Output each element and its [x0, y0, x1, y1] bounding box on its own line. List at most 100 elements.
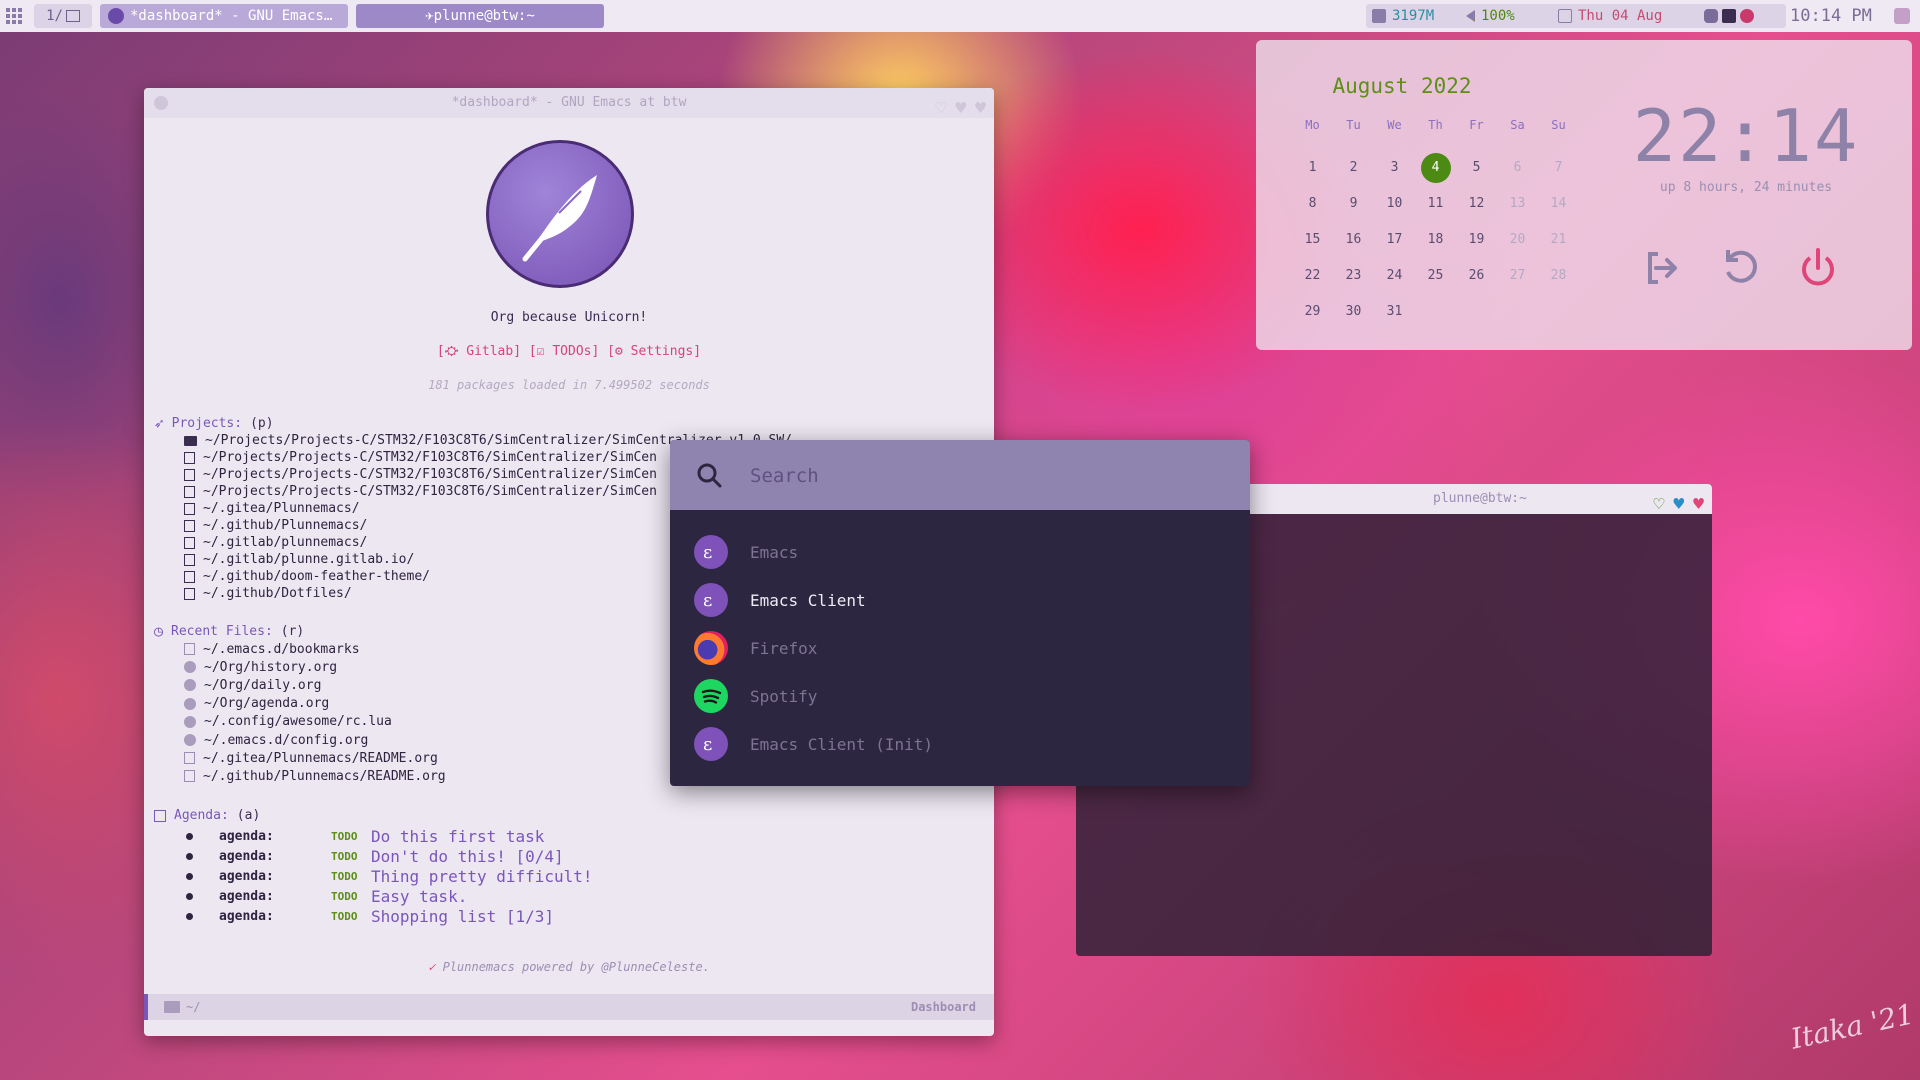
- calendar-day[interactable]: 11: [1415, 186, 1456, 222]
- calendar-day[interactable]: 22: [1292, 258, 1333, 294]
- calendar-day[interactable]: 15: [1292, 222, 1333, 258]
- recent-file-item[interactable]: ~/.github/Plunnemacs/README.org: [184, 767, 446, 785]
- maximize-heart-icon[interactable]: ♥: [1673, 490, 1684, 520]
- calendar-day[interactable]: 14: [1538, 186, 1579, 222]
- calendar-day[interactable]: 8: [1292, 186, 1333, 222]
- calendar-day[interactable]: 13: [1497, 186, 1538, 222]
- emacs-titlebar[interactable]: *dashboard* - GNU Emacs at btw ♡ ♥ ♥: [144, 88, 994, 119]
- network-icon[interactable]: [1722, 9, 1736, 23]
- recent-file-item[interactable]: ~/.emacs.d/bookmarks: [184, 640, 446, 658]
- minimize-heart-icon[interactable]: ♡: [935, 94, 946, 124]
- reboot-icon[interactable]: [1718, 246, 1762, 290]
- packages-loaded: 181 packages loaded in 7.499502 seconds: [428, 378, 710, 392]
- agenda-item[interactable]: agenda: TODO Shopping list [1/3]: [186, 906, 593, 926]
- calendar-day-number: 24: [1386, 268, 1403, 283]
- todos-link[interactable]: [☑ TODOs]: [529, 344, 599, 359]
- calendar-day[interactable]: 1: [1292, 150, 1333, 186]
- taskbar-emacs[interactable]: *dashboard* - GNU Emacs…: [100, 4, 348, 28]
- calendar-day[interactable]: 3: [1374, 150, 1415, 186]
- calendar-day[interactable]: 16: [1333, 222, 1374, 258]
- agenda-item[interactable]: agenda: TODO Do this first task: [186, 826, 593, 846]
- calendar-day[interactable]: 20: [1497, 222, 1538, 258]
- calendar-day[interactable]: 26: [1456, 258, 1497, 294]
- recent-file-item[interactable]: ~/.config/awesome/rc.lua: [184, 713, 446, 731]
- projects-heading[interactable]: ➶ Projects: (p): [154, 414, 274, 433]
- calendar-day[interactable]: 10: [1374, 186, 1415, 222]
- agenda-key: (a): [236, 808, 261, 823]
- recent-file-item[interactable]: ~/Org/history.org: [184, 658, 446, 676]
- recent-label: Recent Files:: [171, 623, 273, 639]
- todo-keyword: TODO: [331, 889, 358, 903]
- calendar-day[interactable]: 7: [1538, 150, 1579, 186]
- calendar-day[interactable]: 18: [1415, 222, 1456, 258]
- calendar-day-today[interactable]: 4: [1415, 150, 1456, 186]
- calendar-day[interactable]: 30: [1333, 294, 1374, 330]
- calendar-day[interactable]: 23: [1333, 258, 1374, 294]
- launcher-item-spotify[interactable]: Spotify: [694, 676, 817, 716]
- calendar-day[interactable]: 17: [1374, 222, 1415, 258]
- logout-icon[interactable]: [1640, 246, 1684, 290]
- calendar-day[interactable]: 27: [1497, 258, 1538, 294]
- emacs-icon: [108, 8, 124, 24]
- modeline: ~/ Dashboard: [144, 994, 994, 1020]
- calendar-day-number: 21: [1550, 232, 1567, 247]
- menu-icon[interactable]: [1894, 4, 1914, 28]
- agenda-heading[interactable]: Agenda: (a): [154, 808, 260, 823]
- calendar-day[interactable]: 21: [1538, 222, 1579, 258]
- firefox-tray-icon[interactable]: [1740, 9, 1754, 23]
- close-heart-icon[interactable]: ♥: [975, 94, 986, 124]
- calendar-day[interactable]: 31: [1374, 294, 1415, 330]
- calendar-day[interactable]: 2: [1333, 150, 1374, 186]
- minimize-heart-icon[interactable]: ♡: [1653, 490, 1664, 520]
- agenda-task: Don't do this! [0/4]: [371, 846, 564, 866]
- settings-link[interactable]: [⚙ Settings]: [607, 344, 701, 359]
- tag-indicator[interactable]: 1/: [34, 4, 92, 28]
- calendar-day[interactable]: 5: [1456, 150, 1497, 186]
- recent-file-item[interactable]: ~/.gitea/Plunnemacs/README.org: [184, 749, 446, 767]
- calendar-day[interactable]: 9: [1333, 186, 1374, 222]
- launcher-item-emacs-client-init[interactable]: ε Emacs Client (Init): [694, 724, 933, 764]
- recent-files-heading[interactable]: ◷ Recent Files: (r): [154, 622, 304, 640]
- launcher-item-emacs[interactable]: ε Emacs: [694, 532, 798, 572]
- check-circle-icon: ✓: [428, 960, 436, 974]
- gitlab-link[interactable]: [⛮ Gitlab]: [437, 344, 521, 359]
- calendar-day[interactable]: 12: [1456, 186, 1497, 222]
- calendar-icon: [1558, 9, 1572, 23]
- taskbar-emacs-label: *dashboard* - GNU Emacs…: [130, 8, 333, 24]
- calendar-day[interactable]: 25: [1415, 258, 1456, 294]
- calendar-day[interactable]: 28: [1538, 258, 1579, 294]
- terminal-titlebar[interactable]: plunne@btw:~ ♡ ♥ ♥: [1248, 484, 1712, 515]
- calendar-day[interactable]: 19: [1456, 222, 1497, 258]
- calendar-day[interactable]: 6: [1497, 150, 1538, 186]
- calendar-day-number: 30: [1345, 304, 1362, 319]
- power-icon[interactable]: [1796, 246, 1840, 290]
- discord-icon[interactable]: [1704, 9, 1718, 23]
- close-heart-icon[interactable]: ♥: [1693, 490, 1704, 520]
- project-path: ~/Projects/Projects-C/STM32/F103C8T6/Sim…: [203, 450, 657, 465]
- recent-file-item[interactable]: ~/Org/daily.org: [184, 676, 446, 694]
- taskbar-terminal[interactable]: ✈plunne@btw:~: [356, 4, 604, 28]
- launcher-item-label: Firefox: [750, 638, 818, 658]
- recent-file-item[interactable]: ~/.emacs.d/config.org: [184, 731, 446, 749]
- topbar-clock[interactable]: 10:14 PM: [1790, 4, 1890, 28]
- launcher-item-emacs-client[interactable]: ε Emacs Client: [694, 580, 866, 620]
- agenda-category: agenda:: [219, 848, 274, 864]
- search-input[interactable]: [748, 458, 1212, 494]
- recent-file-item[interactable]: ~/Org/agenda.org: [184, 695, 446, 713]
- artist-signature: Itaka '21: [1787, 997, 1917, 1056]
- folder-icon: [164, 1001, 180, 1013]
- memory-icon: [1372, 9, 1386, 23]
- agenda-item[interactable]: agenda: TODO Easy task.: [186, 886, 593, 906]
- date-widget[interactable]: Thu 04 Aug: [1552, 4, 1702, 28]
- maximize-heart-icon[interactable]: ♥: [955, 94, 966, 124]
- layout-icon[interactable]: [6, 4, 28, 28]
- close-button[interactable]: [154, 96, 168, 110]
- agenda-item[interactable]: agenda: TODO Thing pretty difficult!: [186, 866, 593, 886]
- launcher-item-firefox[interactable]: Firefox: [694, 628, 817, 668]
- volume-widget[interactable]: 100%: [1460, 4, 1556, 28]
- book-icon: [184, 468, 195, 481]
- project-path: ~/.github/doom-feather-theme/: [203, 569, 430, 584]
- calendar-day[interactable]: 24: [1374, 258, 1415, 294]
- calendar-day[interactable]: 29: [1292, 294, 1333, 330]
- agenda-item[interactable]: agenda: TODO Don't do this! [0/4]: [186, 846, 593, 866]
